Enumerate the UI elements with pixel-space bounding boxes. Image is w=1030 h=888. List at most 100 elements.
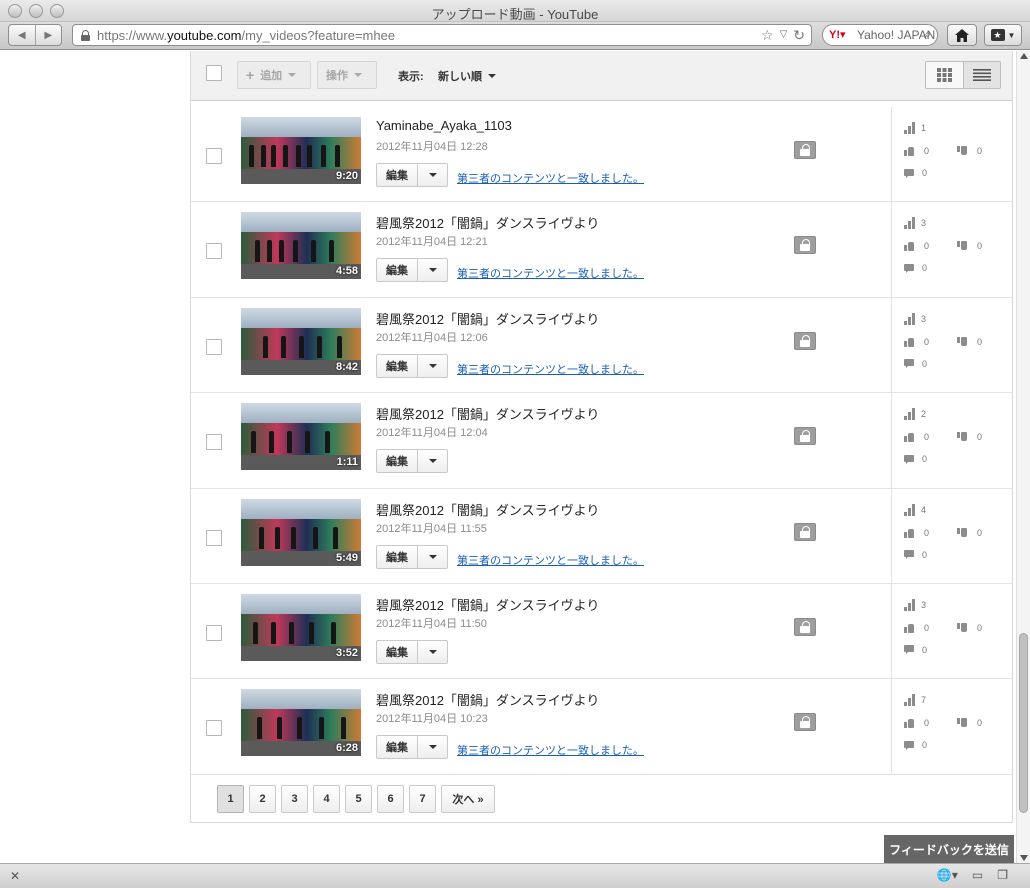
window-icon[interactable]: ❐ [997,868,1008,882]
page-button-4[interactable]: 4 [313,785,340,813]
video-title[interactable]: 碧風祭2012「闇鍋」ダンスライヴより [376,213,599,232]
video-title[interactable]: 碧風祭2012「闇鍋」ダンスライヴより [376,309,599,328]
content-id-claim-link[interactable]: 第三者のコンテンツと一致しました。 [457,170,644,186]
edit-button[interactable]: 編集 [376,353,418,378]
scroll-down-icon[interactable] [1020,855,1028,861]
edit-dropdown-button[interactable] [418,735,448,760]
video-thumbnail[interactable]: 1:11 [241,403,361,471]
privacy-lock-icon[interactable] [794,427,816,446]
search-field[interactable]: Y!▾ Yahoo! JAPAN ⌕ [822,24,938,46]
nav-buttons: ◀ ▶ [8,24,62,46]
edit-dropdown-button[interactable] [418,449,448,474]
status-bar: ✕ 🌐▾ ▭ ❐ [0,863,1030,888]
likes-stat: 0 [904,337,929,347]
bookmarks-button[interactable]: ★ ▼ [984,24,1022,46]
forward-icon[interactable]: ▶ [34,25,62,45]
thumbs-down-icon [957,623,967,633]
privacy-lock-icon[interactable] [794,713,816,732]
back-icon[interactable]: ◀ [9,25,35,45]
edit-dropdown-button[interactable] [418,163,448,187]
video-stats: 3 0 0 0 [891,583,1012,679]
edit-dropdown-button[interactable] [418,353,448,378]
sort-dropdown[interactable]: 新しい順 [438,68,496,84]
feedback-button[interactable]: フィードバックを送信 [884,835,1014,863]
edit-dropdown-button[interactable] [418,258,448,283]
page-button-7[interactable]: 7 [409,785,436,813]
video-thumbnail[interactable]: 4:58 [241,212,361,280]
edit-button[interactable]: 編集 [376,163,418,187]
video-thumbnail[interactable]: 5:49 [241,498,361,566]
video-title[interactable]: 碧風祭2012「闇鍋」ダンスライヴより [376,500,599,519]
edit-dropdown-button[interactable] [418,639,448,664]
address-bar[interactable]: https://www.youtube.com/my_videos?featur… [72,24,812,46]
video-thumbnail[interactable]: 8:42 [241,307,361,375]
privacy-lock-icon[interactable] [794,617,816,636]
globe-icon[interactable]: 🌐▾ [937,868,958,882]
content-id-claim-link[interactable]: 第三者のコンテンツと一致しました。 [457,361,644,377]
video-thumbnail[interactable]: 6:28 [241,689,361,757]
video-checkbox[interactable] [206,720,222,737]
video-title[interactable]: Yaminabe_Ayaka_1103 [376,118,512,133]
list-view-icon[interactable] [962,62,1000,88]
next-page-button[interactable]: 次へ » [441,785,495,813]
privacy-lock-icon[interactable] [794,141,816,159]
scroll-up-icon[interactable] [1020,53,1028,59]
reload-icon[interactable]: ↻ [793,27,805,44]
add-button[interactable]: + 追加 [237,61,311,89]
video-title[interactable]: 碧風祭2012「闇鍋」ダンスライヴより [376,595,599,614]
bookmark-star-icon[interactable]: ☆ [761,27,774,44]
video-thumbnail[interactable]: 3:52 [241,593,361,661]
video-title[interactable]: 碧風祭2012「闇鍋」ダンスライヴより [376,404,599,423]
edit-button[interactable]: 編集 [376,735,418,760]
video-title[interactable]: 碧風祭2012「闇鍋」ダンスライヴより [376,690,599,709]
video-checkbox[interactable] [206,148,222,164]
video-checkbox[interactable] [206,624,222,641]
yahoo-icon[interactable]: Y!▾ [829,28,846,41]
chevron-down-icon [428,363,437,368]
thumbs-down-icon [957,337,967,347]
page-button-1[interactable]: 1 [217,785,244,813]
edit-button[interactable]: 編集 [376,639,418,664]
video-date: 2012年11月04日 12:06 [376,331,488,344]
page-button-6[interactable]: 6 [377,785,404,813]
privacy-lock-icon[interactable] [794,236,816,255]
video-checkbox[interactable] [206,243,222,260]
search-icon[interactable]: ⌕ [924,27,931,42]
close-status-icon[interactable]: ✕ [10,869,20,883]
video-duration: 6:28 [335,742,358,755]
content-id-claim-link[interactable]: 第三者のコンテンツと一致しました。 [457,265,644,281]
edit-button[interactable]: 編集 [376,449,418,474]
page-button-5[interactable]: 5 [345,785,372,813]
views-bar-icon [904,598,915,611]
edit-button[interactable]: 編集 [376,258,418,283]
edit-control: 編集 [376,639,448,664]
video-checkbox[interactable] [206,338,222,355]
video-checkbox[interactable] [206,434,222,451]
video-checkbox[interactable] [206,529,222,546]
page-button-3[interactable]: 3 [281,785,308,813]
view-toggle [925,61,1001,89]
edit-dropdown-button[interactable] [418,544,448,569]
privacy-lock-icon[interactable] [794,522,816,541]
content-id-claim-link[interactable]: 第三者のコンテンツと一致しました。 [457,742,644,758]
home-button[interactable] [947,24,977,46]
select-all-checkbox[interactable] [206,65,222,81]
actions-button[interactable]: 操作 [317,61,377,89]
comment-icon [904,550,914,560]
video-row: 9:20 Yaminabe_Ayaka_1103 2012年11月04日 12:… [191,107,1012,203]
scroll-thumb[interactable] [1019,633,1028,813]
page-scrollbar[interactable] [1016,51,1030,863]
comments-stat: 0 [904,740,927,750]
rss-dropdown-icon[interactable]: ▽ [780,27,788,44]
url-text[interactable]: https://www.youtube.com/my_videos?featur… [97,28,395,43]
video-duration: 1:11 [336,456,358,469]
privacy-lock-icon[interactable] [794,331,816,350]
content-id-claim-link[interactable]: 第三者のコンテンツと一致しました。 [457,552,644,568]
dancer-figure [313,526,318,549]
monitor-icon[interactable]: ▭ [972,868,983,882]
grid-view-icon[interactable] [926,62,963,88]
dancer-figure [329,240,334,263]
page-button-2[interactable]: 2 [249,785,276,813]
video-thumbnail[interactable]: 9:20 [241,117,361,184]
edit-button[interactable]: 編集 [376,544,418,569]
